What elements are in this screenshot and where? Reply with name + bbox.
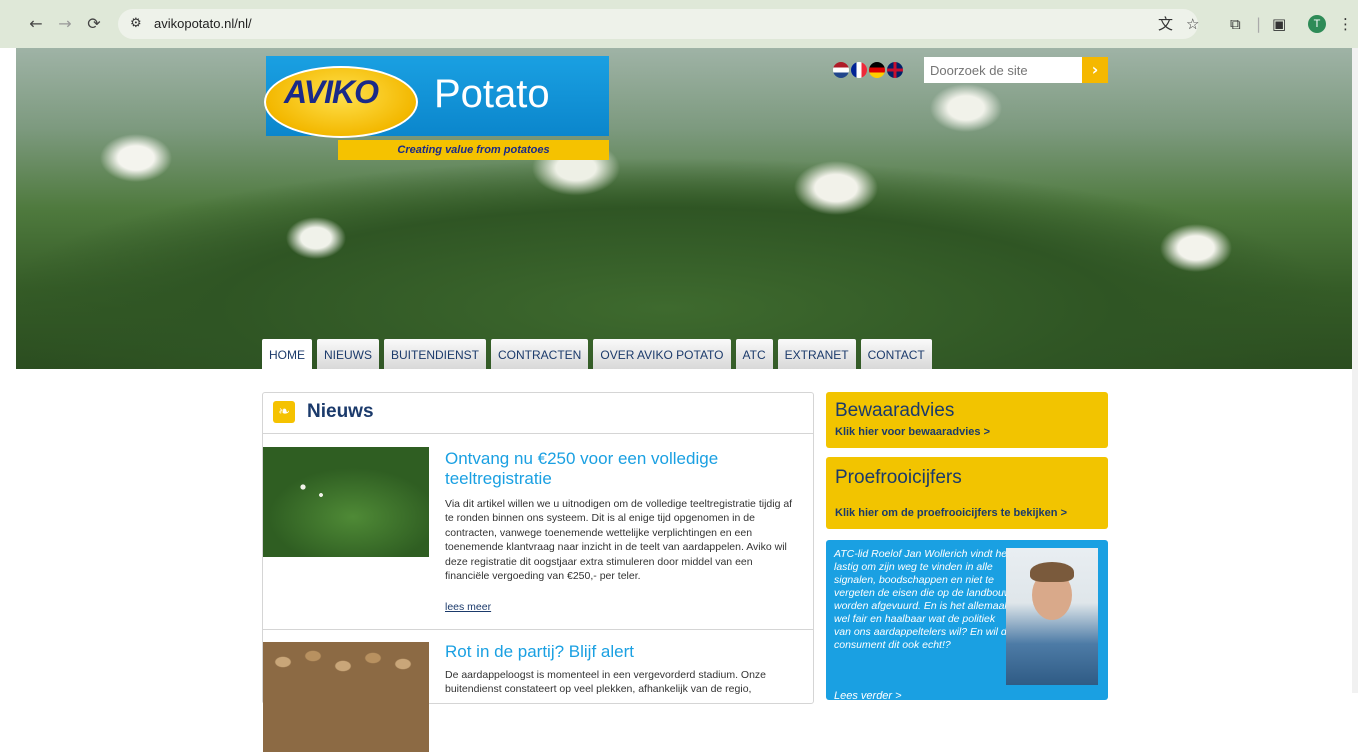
article-image[interactable] xyxy=(263,447,429,557)
atc-teaser-text: ATC-lid Roelof Jan Wollerich vindt het l… xyxy=(834,548,1013,651)
news-title: Nieuws xyxy=(307,401,374,422)
proefrooicijfers-box[interactable]: Proefrooicijfers Klik hier om de proefro… xyxy=(826,457,1108,529)
tab-home[interactable]: HOME xyxy=(262,339,312,369)
address-bar[interactable]: ⚙ avikopotato.nl/nl/ xyxy=(118,9,1198,39)
url-text: avikopotato.nl/nl/ xyxy=(154,16,252,31)
menu-kebab-icon[interactable]: ⋮ xyxy=(1338,14,1353,34)
profile-avatar[interactable]: T xyxy=(1308,15,1326,33)
article-excerpt: De aardappeloogst is momenteel in een ve… xyxy=(445,669,767,696)
extensions-icon[interactable]: ⧉ xyxy=(1230,14,1241,34)
site-logo[interactable]: AVIKO Potato xyxy=(264,56,609,138)
tab-atc[interactable]: ATC xyxy=(735,339,773,369)
news-article: Ontvang nu €250 voor een volledige teelt… xyxy=(263,433,813,629)
hero-banner: AVIKO Potato Creating value from potatoe… xyxy=(16,48,1352,369)
article-excerpt: Via dit artikel willen we u uitnodigen o… xyxy=(445,498,793,583)
article-title[interactable]: Rot in de partij? Blijf alert xyxy=(445,642,795,662)
article-image[interactable] xyxy=(263,642,429,752)
leaf-icon: ❧ xyxy=(273,401,295,423)
translate-icon[interactable]: 文 xyxy=(1158,14,1173,34)
article-title[interactable]: Ontvang nu €250 voor een volledige teelt… xyxy=(445,449,795,489)
flag-fr-icon[interactable] xyxy=(851,62,867,78)
read-more-link[interactable]: lees meer xyxy=(445,601,491,613)
atc-teaser-box[interactable]: ATC-lid Roelof Jan Wollerich vindt het l… xyxy=(826,540,1108,700)
site-info-icon[interactable]: ⚙ xyxy=(130,16,142,31)
logo-brand-text: AVIKO xyxy=(284,74,379,110)
search-input[interactable] xyxy=(924,57,1082,83)
logo-product-text: Potato xyxy=(434,72,550,116)
bookmark-star-icon[interactable]: ☆ xyxy=(1186,14,1199,34)
tab-contracten[interactable]: CONTRACTEN xyxy=(491,339,589,369)
atc-read-more-link[interactable]: Lees verder > xyxy=(834,690,902,700)
tab-buitendienst[interactable]: BUITENDIENST xyxy=(384,339,487,369)
tab-contact[interactable]: CONTACT xyxy=(860,339,932,369)
flag-nl-icon[interactable] xyxy=(833,62,849,78)
toolbar-divider: | xyxy=(1256,15,1262,33)
browser-toolbar: ← → ⟳ ⚙ avikopotato.nl/nl/ 文 ☆ ⧉ | ▣ T ⋮ xyxy=(0,0,1358,48)
tab-over-aviko-potato[interactable]: OVER AVIKO POTATO xyxy=(593,339,731,369)
search-submit-button[interactable]: › xyxy=(1082,57,1108,83)
flag-en-icon[interactable] xyxy=(887,62,903,78)
proefrooicijfers-title: Proefrooicijfers xyxy=(835,467,962,488)
bewaaradvies-box[interactable]: Bewaaradvies Klik hier voor bewaaradvies… xyxy=(826,392,1108,448)
reload-icon[interactable]: ⟳ xyxy=(84,14,104,34)
hair-shape xyxy=(1030,562,1074,582)
back-icon[interactable]: ← xyxy=(26,14,46,34)
tab-nieuws[interactable]: NIEUWS xyxy=(317,339,379,369)
tagline: Creating value from potatoes xyxy=(338,140,609,160)
news-panel: ❧ Nieuws Ontvang nu €250 voor een volled… xyxy=(262,392,814,752)
atc-member-photo xyxy=(1006,548,1098,685)
tab-extranet[interactable]: EXTRANET xyxy=(777,339,856,369)
news-header: ❧ Nieuws xyxy=(263,393,813,434)
side-panel-icon[interactable]: ▣ xyxy=(1272,14,1286,34)
main-nav: HOME NIEUWS BUITENDIENST CONTRACTEN OVER… xyxy=(262,339,932,369)
forward-icon[interactable]: → xyxy=(55,14,75,34)
news-article: Rot in de partij? Blijf alert De aardapp… xyxy=(263,630,813,752)
bewaaradvies-title: Bewaaradvies xyxy=(835,400,955,421)
page-scrollbar[interactable] xyxy=(1352,48,1358,693)
proefrooicijfers-link[interactable]: Klik hier om de proefrooicijfers te beki… xyxy=(835,507,1067,519)
flag-de-icon[interactable] xyxy=(869,62,885,78)
bewaaradvies-link[interactable]: Klik hier voor bewaaradvies > xyxy=(835,426,990,438)
